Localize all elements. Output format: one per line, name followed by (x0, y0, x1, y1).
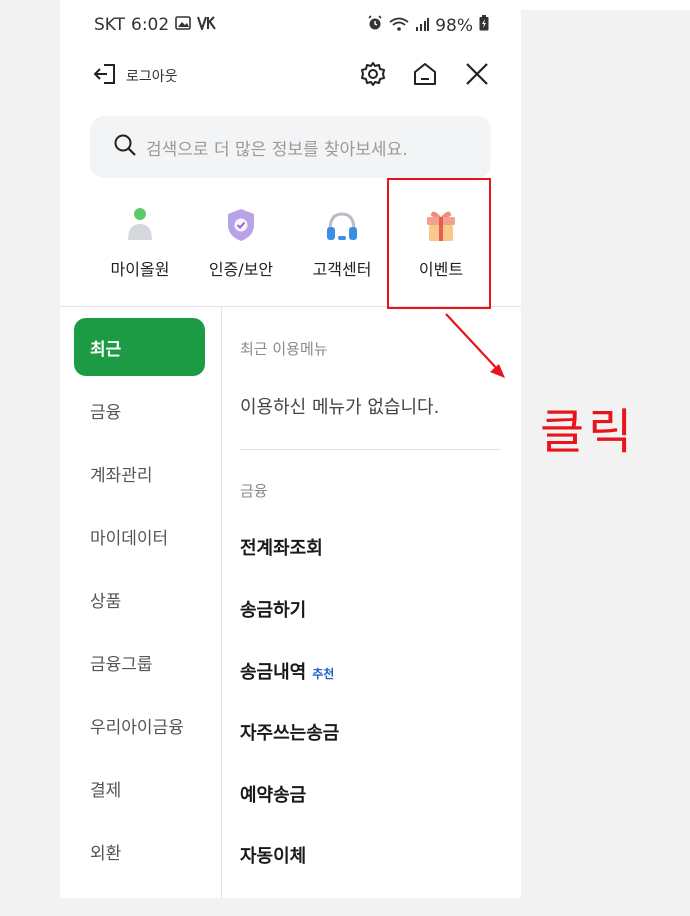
click-annotation-label: 클릭 (540, 404, 637, 460)
